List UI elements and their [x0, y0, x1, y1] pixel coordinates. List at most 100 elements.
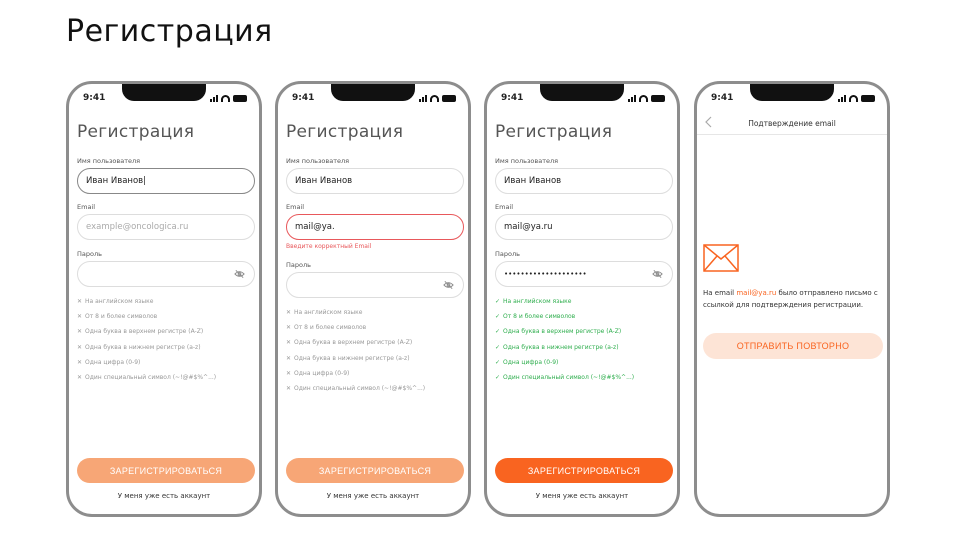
- cross-icon: ✕: [77, 343, 83, 351]
- rule-item: ✕ На английском языке: [286, 309, 363, 317]
- status-bar: 9:41: [83, 92, 247, 104]
- username-input[interactable]: Иван Иванов: [495, 168, 673, 194]
- username-label: Имя пользователя: [77, 157, 141, 165]
- signal-icon: [628, 94, 636, 102]
- phone-screen-registration-error: 9:41 Регистрация Имя пользователя Иван И…: [275, 81, 471, 517]
- rule-item: ✓ Один специальный символ (~!@#$%^...): [495, 374, 635, 382]
- cross-icon: ✕: [286, 354, 292, 362]
- email-error-text: Введите корректный Email: [286, 243, 372, 250]
- cross-icon: ✕: [77, 313, 83, 321]
- email-label: Email: [495, 203, 514, 211]
- wifi-icon: [430, 94, 439, 102]
- rule-item: ✓ Одна буква в нижнем регистре (a-z): [495, 343, 619, 351]
- username-label: Имя пользователя: [286, 157, 350, 165]
- check-icon: ✓: [495, 313, 501, 321]
- cross-icon: ✕: [286, 324, 292, 332]
- password-value: ••••••••••••••••••••: [504, 270, 587, 278]
- register-button[interactable]: ЗАРЕГИСТРИРОВАТЬСЯ: [495, 458, 673, 483]
- screen-title: Регистрация: [495, 122, 613, 142]
- rule-item: ✓ Одна цифра (0-9): [495, 358, 559, 366]
- confirmation-text: На email mail@ya.ru было отправлено пись…: [703, 289, 878, 309]
- cross-icon: ✕: [77, 358, 83, 366]
- password-label: Пароль: [495, 250, 520, 258]
- password-rules: ✕ На английском языке ✕ От 8 и более симво…: [286, 305, 466, 396]
- email-label: Email: [77, 203, 96, 211]
- cross-icon: ✕: [286, 369, 292, 377]
- rule-item: ✕ Одна цифра (0-9): [286, 369, 350, 377]
- status-bar: 9:41: [711, 92, 875, 104]
- password-input[interactable]: [77, 261, 255, 287]
- rule-item: ✓ Одна буква в верхнем регистре (A-Z): [495, 328, 622, 336]
- phone-screen-registration-valid: 9:41 Регистрация Имя пользователя Иван И…: [484, 81, 680, 517]
- header-divider: [697, 134, 887, 135]
- check-icon: ✓: [495, 358, 501, 366]
- check-icon: ✓: [495, 343, 501, 351]
- header-title: Подтверждение email: [748, 119, 836, 128]
- status-bar: 9:41: [501, 92, 665, 104]
- cross-icon: ✕: [77, 328, 83, 336]
- signal-icon: [838, 94, 846, 102]
- eye-hidden-icon[interactable]: [443, 281, 454, 289]
- status-time: 9:41: [711, 93, 734, 103]
- email-highlight: mail@ya.ru: [736, 289, 777, 297]
- rule-item: ✓ От 8 и более символов: [495, 313, 576, 321]
- rule-item: ✕ Один специальный символ (~!@#$%^...): [286, 385, 426, 393]
- cross-icon: ✕: [77, 374, 83, 382]
- rule-item: ✕ Одна буква в нижнем регистре (a-z): [286, 354, 410, 362]
- email-input[interactable]: example@oncologica.ru: [77, 214, 255, 240]
- login-link[interactable]: У меня уже есть аккаунт: [69, 492, 259, 500]
- username-input[interactable]: Иван Иванов: [286, 168, 464, 194]
- check-icon: ✓: [495, 328, 501, 336]
- register-button[interactable]: ЗАРЕГИСТРИРОВАТЬСЯ: [77, 458, 255, 483]
- password-rules: ✓ На английском языке ✓ От 8 и более симво…: [495, 294, 675, 385]
- signal-icon: [210, 94, 218, 102]
- wifi-icon: [849, 94, 858, 102]
- password-rules: ✕ На английском языке ✕ От 8 и более симво…: [77, 294, 257, 385]
- rule-item: ✕ От 8 и более символов: [77, 313, 158, 321]
- envelope-icon: [703, 244, 739, 272]
- check-icon: ✓: [495, 374, 501, 382]
- password-input[interactable]: [286, 272, 464, 298]
- rule-item: ✕ Одна буква в верхнем регистре (A-Z): [77, 328, 204, 336]
- email-input[interactable]: mail@ya.ru: [495, 214, 673, 240]
- battery-icon: [442, 94, 456, 102]
- rule-item: ✕ На английском языке: [77, 298, 154, 306]
- battery-icon: [651, 94, 665, 102]
- screen-title: Регистрация: [286, 122, 404, 142]
- cross-icon: ✕: [286, 385, 292, 393]
- rule-item: ✕ От 8 и более символов: [286, 324, 367, 332]
- eye-hidden-icon[interactable]: [652, 270, 663, 278]
- status-time: 9:41: [83, 93, 106, 103]
- battery-icon: [233, 94, 247, 102]
- status-time: 9:41: [501, 93, 524, 103]
- check-icon: ✓: [495, 298, 501, 306]
- signal-icon: [419, 94, 427, 102]
- battery-icon: [861, 94, 875, 102]
- resend-button[interactable]: ОТПРАВИТЬ ПОВТОРНО: [703, 333, 883, 359]
- password-label: Пароль: [286, 261, 311, 269]
- phone-screen-registration-empty: 9:41 Регистрация Имя пользователя Иван И…: [66, 81, 262, 517]
- status-bar: 9:41: [292, 92, 456, 104]
- screen-title: Регистрация: [77, 122, 195, 142]
- wifi-icon: [221, 94, 230, 102]
- page-title: Регистрация: [66, 14, 273, 49]
- rule-item: ✓ На английском языке: [495, 298, 572, 306]
- rule-item: ✕ Одна буква в верхнем регистре (A-Z): [286, 339, 413, 347]
- username-label: Имя пользователя: [495, 157, 559, 165]
- phone-screen-email-confirmation: 9:41 Подтверждение email На email mail@y…: [694, 81, 890, 517]
- login-link[interactable]: У меня уже есть аккаунт: [278, 492, 468, 500]
- rule-item: ✕ Один специальный символ (~!@#$%^...): [77, 374, 217, 382]
- username-input[interactable]: Иван Иванов|: [77, 168, 255, 194]
- email-label: Email: [286, 203, 305, 211]
- rule-item: ✕ Одна буква в нижнем регистре (a-z): [77, 343, 201, 351]
- password-input[interactable]: ••••••••••••••••••••: [495, 261, 673, 287]
- email-input[interactable]: mail@ya.: [286, 214, 464, 240]
- cross-icon: ✕: [286, 339, 292, 347]
- wifi-icon: [639, 94, 648, 102]
- status-time: 9:41: [292, 93, 315, 103]
- login-link[interactable]: У меня уже есть аккаунт: [487, 492, 677, 500]
- register-button[interactable]: ЗАРЕГИСТРИРОВАТЬСЯ: [286, 458, 464, 483]
- cross-icon: ✕: [286, 309, 292, 317]
- cross-icon: ✕: [77, 298, 83, 306]
- eye-hidden-icon[interactable]: [234, 270, 245, 278]
